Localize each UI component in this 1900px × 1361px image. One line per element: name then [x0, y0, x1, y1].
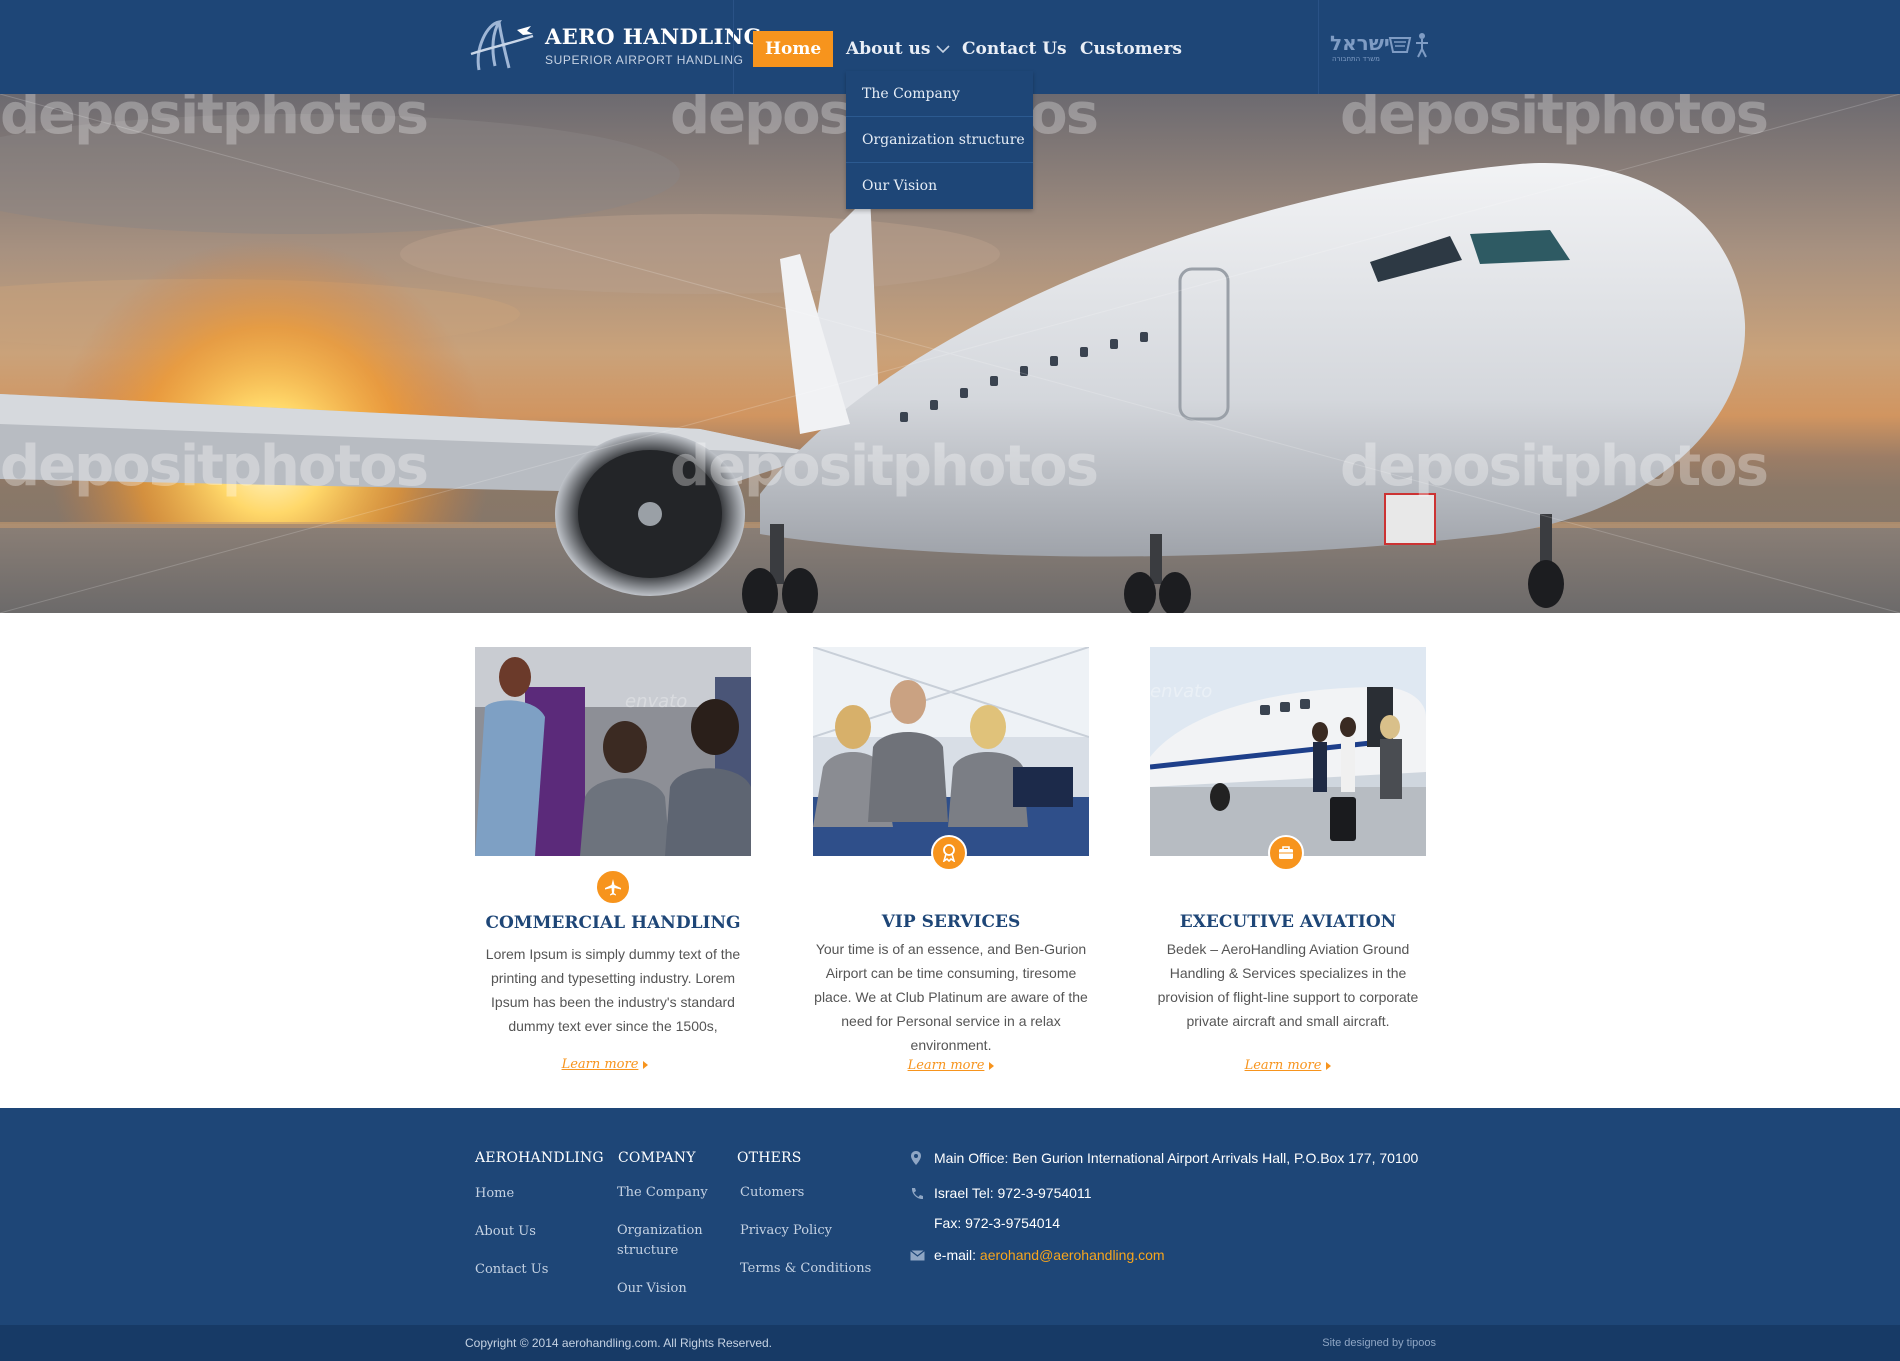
copyright-text: Copyright © 2014 aerohandling.com. All R… [465, 1336, 773, 1350]
service-description: Lorem Ipsum is simply dummy text of the … [485, 946, 741, 1034]
image-watermark: envato [1150, 681, 1212, 702]
map-pin-icon [911, 1151, 921, 1165]
service-image-private-jet: envato [1150, 647, 1426, 856]
watermark-text: depositphotos [0, 94, 429, 147]
designer-credit[interactable]: Site designed by tipoos [1322, 1337, 1436, 1349]
nav-home[interactable]: Home [753, 31, 834, 67]
nav-about-us-label: About us [846, 39, 931, 59]
footer-link-customers[interactable]: Cutomers [740, 1183, 804, 1203]
nav-contact-us[interactable]: Contact Us [962, 31, 1067, 67]
nav-about-us[interactable]: About us [846, 31, 951, 67]
footer-link-privacy-policy[interactable]: Privacy Policy [740, 1221, 832, 1241]
learn-more-label: Learn more [907, 1058, 985, 1073]
learn-more-label: Learn more [561, 1057, 639, 1072]
chevron-down-icon [936, 45, 951, 54]
logo-tagline: SUPERIOR AIRPORT HANDLING [545, 53, 744, 67]
site-logo[interactable]: AERO HANDLING SUPERIOR AIRPORT HANDLING [465, 18, 762, 78]
service-description: Your time is of an essence, and Ben-Guri… [814, 941, 1088, 1053]
footer-email: e-mail: aerohand@aerohandling.com [934, 1247, 1165, 1263]
service-image-cabin: envato [475, 647, 751, 856]
service-title: EXECUTIVE AVIATION [1179, 912, 1397, 932]
ministry-logo-icon: ישראל משרד התחבורה [1330, 31, 1428, 63]
ministry-of-transport-logo: ישראל משרד התחבורה [1328, 28, 1436, 64]
arrow-right-icon [1326, 1061, 1332, 1070]
header-divider [1318, 0, 1319, 94]
email-link[interactable]: aerohand@aerohandling.com [980, 1247, 1165, 1263]
footer-column-title: COMPANY [618, 1150, 696, 1166]
footer-column-title: AEROHANDLING [475, 1150, 604, 1166]
footer-link-terms-conditions[interactable]: Terms & Conditions [740, 1259, 871, 1279]
watermark-text: depositphotos [670, 434, 1099, 499]
logo-name: AERO HANDLING [545, 24, 763, 49]
footer-bottom-bar: Copyright © 2014 aerohandling.com. All R… [0, 1325, 1900, 1361]
learn-more-link[interactable]: Learn more [813, 1058, 1089, 1073]
footer-link-home[interactable]: Home [475, 1184, 514, 1204]
footer-column-title: OTHERS [737, 1150, 802, 1166]
phone-icon [911, 1188, 923, 1200]
briefcase-icon [1279, 846, 1293, 859]
email-label: e-mail: [934, 1247, 980, 1263]
service-badge [1268, 835, 1304, 871]
watermark-text: depositphotos [0, 434, 429, 499]
service-badge [595, 869, 631, 905]
learn-more-label: Learn more [1244, 1058, 1322, 1073]
footer-fax: Fax: 972-3-9754014 [934, 1215, 1061, 1231]
services-section: envato COMMERCIAL HANDLING Lorem Ipsum i… [0, 613, 1900, 1108]
service-image-vip-lounge [813, 647, 1089, 856]
airplane-icon [605, 879, 621, 896]
header-divider [733, 0, 734, 94]
dropdown-item-organization-structure[interactable]: Organization structure [846, 117, 1033, 163]
learn-more-link[interactable]: Learn more [467, 1057, 743, 1072]
site-footer: AEROHANDLING Home About Us Contact Us CO… [0, 1108, 1900, 1325]
footer-link-organization-structure[interactable]: Organization structure [617, 1221, 707, 1261]
dropdown-item-the-company[interactable]: The Company [846, 71, 1033, 117]
envelope-icon [910, 1250, 925, 1261]
image-watermark: envato [625, 691, 687, 712]
arrow-right-icon [643, 1060, 649, 1069]
service-title: VIP SERVICES [881, 912, 1021, 932]
arrow-right-icon [989, 1061, 995, 1070]
footer-address: Main Office: Ben Gurion International Ai… [934, 1150, 1419, 1166]
service-description: Bedek – AeroHandling Aviation Ground Han… [1157, 941, 1419, 1029]
about-us-dropdown: The Company Organization structure Our V… [846, 71, 1033, 209]
watermark-text: depositphotos [1340, 434, 1769, 499]
footer-link-our-vision[interactable]: Our Vision [617, 1279, 687, 1299]
vip-ribbon-icon [942, 844, 956, 862]
nav-customers[interactable]: Customers [1080, 31, 1182, 67]
service-title: COMMERCIAL HANDLING [485, 913, 741, 933]
dropdown-item-our-vision[interactable]: Our Vision [846, 163, 1033, 209]
footer-phone: Israel Tel: 972-3-9754011 [934, 1185, 1092, 1201]
footer-link-contact-us[interactable]: Contact Us [475, 1260, 548, 1280]
footer-link-about-us[interactable]: About Us [475, 1222, 536, 1242]
service-badge [931, 835, 967, 871]
aero-logo-icon [470, 19, 534, 71]
learn-more-link[interactable]: Learn more [1150, 1058, 1426, 1073]
svg-text:משרד התחבורה: משרד התחבורה [1332, 55, 1380, 63]
svg-text:ישראל: ישראל [1330, 31, 1390, 55]
watermark-text: depositphotos [1340, 94, 1769, 147]
footer-link-the-company[interactable]: The Company [617, 1183, 708, 1203]
